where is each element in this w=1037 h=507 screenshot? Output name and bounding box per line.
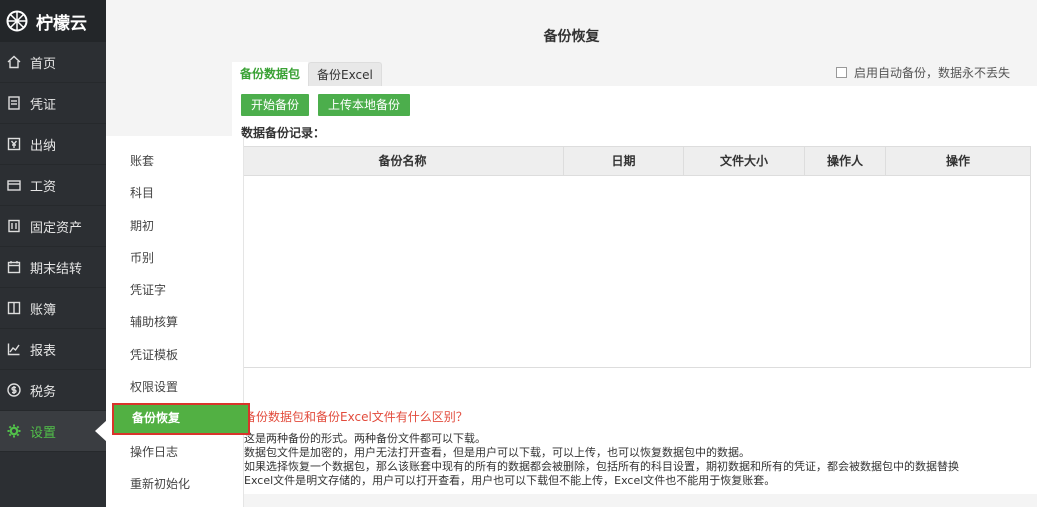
lemon-logo-icon <box>6 10 28 32</box>
home-icon <box>6 54 22 70</box>
sidebar: 柠檬云 首页 凭证 出纳 工资 固定资产 期末结转 账簿 报表 税务 设置 <box>0 0 107 507</box>
submenu-item-account-set[interactable]: 账套 <box>106 146 244 176</box>
column-header-date: 日期 <box>564 147 684 176</box>
brand-name: 柠檬云 <box>36 13 87 34</box>
faq-answer: 这是两种备份的形式。两种备份文件都可以下载。 数据包文件是加密的，用户无法打开查… <box>244 432 959 488</box>
nav-label: 工资 <box>30 179 57 195</box>
tab-backup-package[interactable]: 备份数据包 <box>232 62 309 86</box>
cashier-icon <box>6 136 22 152</box>
start-backup-button[interactable]: 开始备份 <box>241 94 310 116</box>
auto-backup-label: 启用自动备份，数据永不丢失 <box>854 66 1011 80</box>
backup-records-table: 备份名称 日期 文件大小 操作人 操作 <box>241 146 1031 368</box>
submenu-item-reinitialize[interactable]: 重新初始化 <box>106 469 244 499</box>
nav-item-fixed-assets[interactable]: 固定资产 <box>0 206 106 247</box>
tab-backup-excel[interactable]: 备份Excel <box>308 62 382 86</box>
page-title: 备份恢复 <box>543 29 600 45</box>
submenu-item-voucher-word[interactable]: 凭证字 <box>106 275 244 305</box>
calendar-icon <box>6 259 22 275</box>
faq-line: Excel文件是明文存储的，用户可以打开查看，用户也可以下载但不能上传，Exce… <box>244 474 776 487</box>
submenu-item-currency[interactable]: 币别 <box>106 243 244 273</box>
upload-local-backup-button[interactable]: 上传本地备份 <box>318 94 411 116</box>
nav-label: 期末结转 <box>30 261 83 277</box>
chart-icon <box>6 341 22 357</box>
submenu-item-subjects[interactable]: 科目 <box>106 178 244 208</box>
nav-label: 报表 <box>30 343 57 359</box>
submenu-item-voucher-template[interactable]: 凭证模板 <box>106 340 244 370</box>
nav-label: 账簿 <box>30 302 57 318</box>
records-label: 数据备份记录： <box>241 126 326 140</box>
nav-label: 固定资产 <box>30 220 83 236</box>
faq-line: 数据包文件是加密的，用户无法打开查看，但是用户可以下载，可以上传，也可以恢复数据… <box>244 446 750 459</box>
nav-item-reports[interactable]: 报表 <box>0 329 106 370</box>
submenu-item-operation-log[interactable]: 操作日志 <box>106 437 244 467</box>
nav-item-salary[interactable]: 工资 <box>0 165 106 206</box>
dollar-icon <box>6 382 22 398</box>
nav-label: 设置 <box>30 425 57 441</box>
auto-backup-option[interactable]: 启用自动备份，数据永不丢失 <box>836 64 1010 81</box>
settings-submenu: 账套 科目 期初 币别 凭证字 辅助核算 凭证模板 权限设置 备份恢复 操作日志… <box>106 136 250 507</box>
building-icon <box>6 218 22 234</box>
submenu-item-permissions[interactable]: 权限设置 <box>106 372 244 402</box>
brand[interactable]: 柠檬云 <box>0 0 106 42</box>
nav-item-cashier[interactable]: 出纳 <box>0 124 106 165</box>
bottom-strip <box>244 494 1037 507</box>
nav-item-home[interactable]: 首页 <box>0 42 106 83</box>
nav-item-voucher[interactable]: 凭证 <box>0 83 106 124</box>
nav-label: 税务 <box>30 384 57 400</box>
auto-backup-checkbox[interactable] <box>836 67 847 78</box>
faq-line: 这是两种备份的形式。两种备份文件都可以下载。 <box>244 432 486 445</box>
nav-label: 凭证 <box>30 97 57 113</box>
nav-item-settings[interactable]: 设置 <box>0 411 107 452</box>
nav-item-tax[interactable]: 税务 <box>0 370 106 411</box>
column-header-operator: 操作人 <box>805 147 886 176</box>
document-icon <box>6 95 22 111</box>
book-icon <box>6 300 22 316</box>
gear-icon <box>6 423 22 439</box>
nav-label: 出纳 <box>30 138 57 154</box>
faq-question-link[interactable]: 备份数据包和备份Excel文件有什么区别？ <box>244 408 468 425</box>
nav-item-ledger[interactable]: 账簿 <box>0 288 106 329</box>
nav-item-period-end[interactable]: 期末结转 <box>0 247 106 288</box>
backup-panel: 开始备份 上传本地备份 数据备份记录： 备份名称 日期 文件大小 操作人 操作 <box>232 86 1037 398</box>
submenu-item-backup-restore[interactable]: 备份恢复 <box>112 403 250 435</box>
submenu-item-opening[interactable]: 期初 <box>106 211 244 241</box>
nav-label: 首页 <box>30 56 57 72</box>
submenu-item-auxiliary[interactable]: 辅助核算 <box>106 307 244 337</box>
column-header-size: 文件大小 <box>684 147 805 176</box>
backup-tabs: 备份数据包 备份Excel <box>232 62 382 86</box>
column-header-name: 备份名称 <box>242 147 564 176</box>
faq-line: 如果选择恢复一个数据包，那么该账套中现有的所有的数据都会被删除，包括所有的科目设… <box>244 460 959 473</box>
table-header: 备份名称 日期 文件大小 操作人 操作 <box>242 147 1030 176</box>
card-icon <box>6 177 22 193</box>
column-header-actions: 操作 <box>945 154 970 168</box>
